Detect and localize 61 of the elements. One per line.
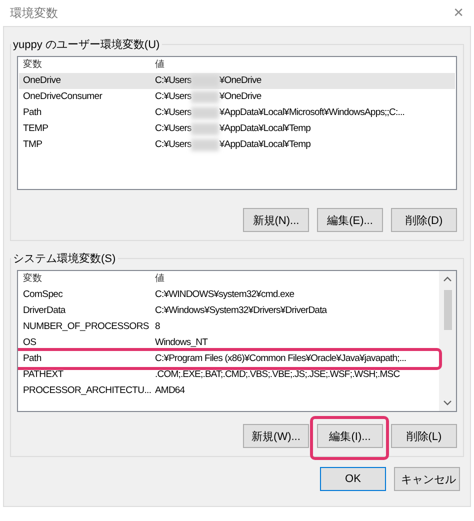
group-label: yuppy のユーザー環境変数(U) bbox=[12, 38, 161, 52]
list-row[interactable]: TEMP C:¥Users ¥AppData¥Local¥Temp bbox=[19, 121, 455, 137]
variable-value: 8 bbox=[155, 320, 160, 334]
variable-value: ¥AppData¥Local¥Microsoft¥WindowsApps;;C:... bbox=[219, 106, 404, 120]
variable-value: .COM;.EXE;.BAT;.CMD;.VBS;.VBE;.JS;.JSE;.WSF;.WSH;.MSC bbox=[155, 368, 400, 382]
action-button[interactable]: 削除(D) bbox=[391, 208, 457, 232]
list-row[interactable]: PATHEXT .COM;.EXE;.BAT;.CMD;.VBS;.VBE;.JS;.JSE;.WSF;.WSH;.MSC bbox=[19, 367, 438, 383]
list-row[interactable]: OS Windows_NT bbox=[19, 335, 438, 351]
column-header[interactable]: 値 bbox=[155, 272, 438, 286]
variable-list[interactable] bbox=[17, 270, 457, 412]
variable-value: AMD64 bbox=[155, 384, 185, 398]
variable-value: C:¥WINDOWS¥system32¥cmd.exe bbox=[155, 288, 294, 302]
scrollbar[interactable] bbox=[439, 271, 456, 411]
variable-name: OneDriveConsumer bbox=[23, 90, 102, 104]
action-button[interactable]: 編集(E)... bbox=[317, 208, 383, 232]
list-row[interactable]: OneDriveConsumer C:¥Users ¥OneDrive bbox=[19, 89, 455, 105]
variable-name: PATHEXT bbox=[23, 368, 64, 382]
action-button[interactable]: 新規(N)... bbox=[243, 208, 309, 232]
variable-name: NUMBER_OF_PROCESSORS bbox=[23, 320, 149, 334]
variable-name: PROCESSOR_ARCHITECTU... bbox=[23, 384, 152, 398]
list-row[interactable]: TMP C:¥Users ¥AppData¥Local¥Temp bbox=[19, 137, 455, 153]
group-label: システム環境変数(S) bbox=[12, 252, 117, 266]
action-button[interactable]: 新規(W)... bbox=[243, 424, 309, 448]
variable-value: Windows_NT bbox=[155, 336, 208, 350]
variable-value: C:¥Program Files (x86)¥Common Files¥Oracle¥Java¥javapath;... bbox=[155, 352, 406, 366]
variable-value: C:¥Users bbox=[155, 74, 192, 88]
variable-name: Path bbox=[23, 352, 42, 366]
dialog-button[interactable]: キャンセル bbox=[394, 467, 460, 491]
action-button[interactable]: 編集(I)... bbox=[317, 424, 383, 448]
list-row[interactable]: DriverData C:¥Windows¥System32¥Drivers¥DriverData bbox=[19, 303, 438, 319]
list-row[interactable]: Path C:¥Program Files (x86)¥Common Files¥Oracle¥Java¥javapath;... bbox=[19, 351, 438, 367]
variable-value: ¥OneDrive bbox=[219, 74, 262, 88]
variable-name: Path bbox=[23, 106, 42, 120]
variable-name: OneDrive bbox=[23, 74, 61, 88]
list-row[interactable]: NUMBER_OF_PROCESSORS 8 bbox=[19, 319, 438, 335]
variable-name: DriverData bbox=[23, 304, 66, 318]
variable-list[interactable]: 変数 値 OneDrive C:¥Users ¥OneDrive OneDriveConsumer C:¥Users ¥OneDrive Path C:¥Users ¥AppData¥Local¥Microsoft¥WindowsApps;;C:... TEMP C:¥Users ¥AppData¥Local¥Temp TMP C:¥Users ¥AppData¥Local¥Temp bbox=[17, 56, 457, 190]
variable-name: TEMP bbox=[23, 122, 48, 136]
variable-name: TMP bbox=[23, 138, 42, 152]
variable-value: ¥OneDrive bbox=[219, 90, 262, 104]
scrollbar-thumb[interactable] bbox=[444, 290, 452, 330]
variable-name: ComSpec bbox=[23, 288, 63, 302]
close-button[interactable]: ✕ bbox=[453, 5, 464, 21]
variable-name: OS bbox=[23, 336, 36, 350]
list-row[interactable]: Path C:¥Users ¥AppData¥Local¥Microsoft¥WindowsApps;;C:... bbox=[19, 105, 455, 121]
variable-value: ¥AppData¥Local¥Temp bbox=[219, 138, 311, 152]
list-row[interactable]: PROCESSOR_ARCHITECTU... AMD64 bbox=[19, 383, 438, 399]
column-header[interactable]: 変数 bbox=[19, 58, 155, 72]
variable-value: C:¥Users bbox=[155, 106, 192, 120]
action-button[interactable]: 削除(L) bbox=[391, 424, 457, 448]
window-title: 環境変数 bbox=[10, 4, 58, 22]
variable-value: C:¥Users bbox=[155, 122, 192, 136]
selected-row[interactable]: OneDrive C:¥Users ¥OneDrive bbox=[19, 73, 455, 89]
list-row[interactable]: ComSpec C:¥WINDOWS¥system32¥cmd.exe bbox=[19, 287, 438, 303]
variable-value: C:¥Users bbox=[155, 90, 192, 104]
variable-value: C:¥Windows¥System32¥Drivers¥DriverData bbox=[155, 304, 327, 318]
column-header[interactable]: 変数 bbox=[19, 272, 155, 286]
column-header[interactable]: 値 bbox=[155, 58, 455, 72]
dialog-button[interactable]: OK bbox=[320, 467, 386, 491]
variable-value: C:¥Users bbox=[155, 138, 192, 152]
variable-value: ¥AppData¥Local¥Temp bbox=[219, 122, 311, 136]
